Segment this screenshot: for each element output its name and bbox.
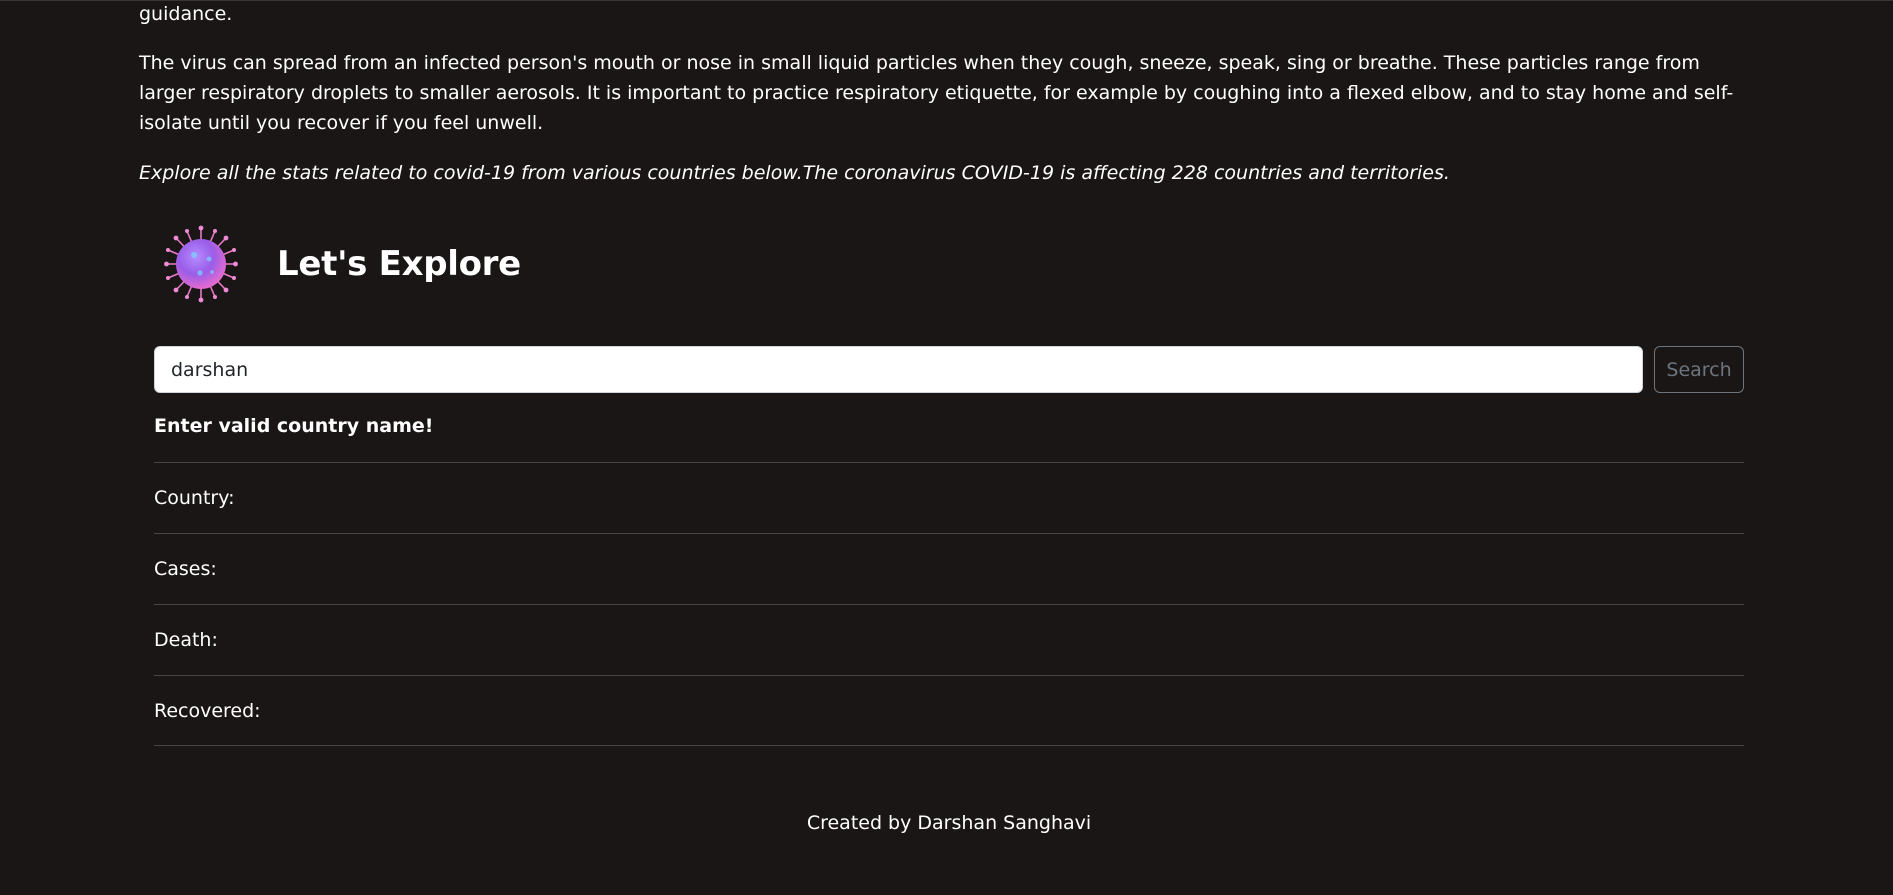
explore-title: Let's Explore	[277, 244, 521, 284]
stat-label: Country:	[154, 487, 235, 509]
top-divider	[0, 0, 1893, 1]
stat-row-cases: Cases:	[154, 533, 1744, 604]
stats-list: Country: Cases: Death: Recovered:	[154, 462, 1744, 746]
explore-note: Explore all the stats related to covid-1…	[139, 162, 1450, 184]
virus-spread-paragraph: The virus can spread from an infected pe…	[139, 52, 1734, 134]
virus-icon	[164, 225, 238, 303]
stat-label: Recovered:	[154, 699, 261, 722]
footer-credit: Created by Darshan Sanghavi	[806, 812, 1092, 834]
stat-label: Death:	[154, 629, 218, 651]
stat-row-death: Death:	[154, 604, 1744, 675]
validation-error: Enter valid country name!	[154, 415, 434, 437]
search-bar: Search	[154, 346, 1744, 393]
explore-header: Let's Explore	[164, 225, 521, 303]
search-button[interactable]: Search	[1654, 346, 1744, 393]
guidance-text: guidance.	[139, 3, 233, 25]
stat-label: Cases:	[154, 558, 217, 580]
stat-row-country: Country:	[154, 462, 1744, 533]
stat-row-recovered: Recovered:	[154, 675, 1744, 746]
country-search-input[interactable]	[154, 346, 1644, 393]
